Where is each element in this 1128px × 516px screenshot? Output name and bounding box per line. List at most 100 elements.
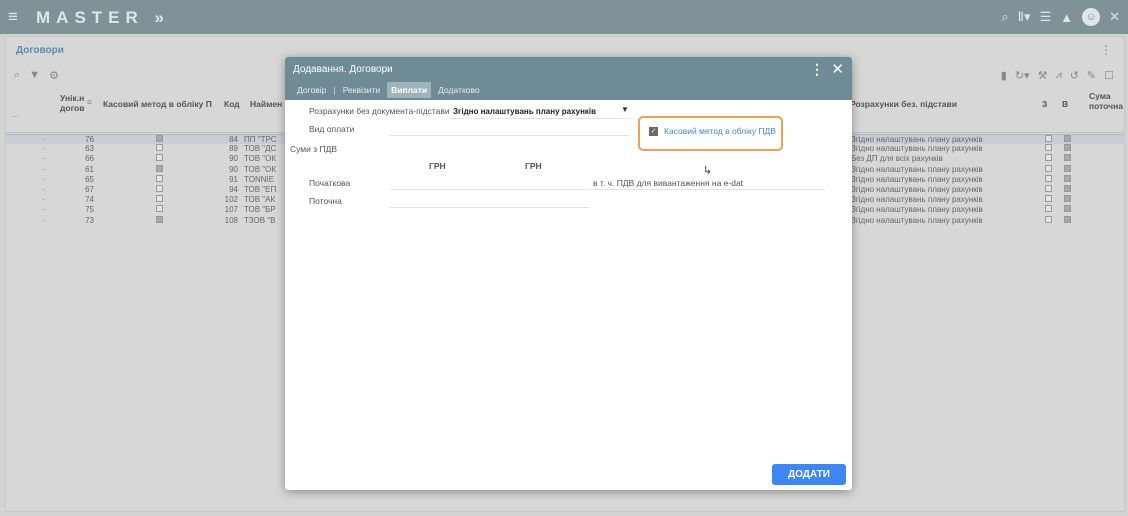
cell-code: 107 — [224, 205, 238, 215]
cell-v-checkbox — [1064, 215, 1071, 223]
cell-v-checkbox — [1064, 205, 1071, 213]
reload-icon[interactable]: ↺ — [1070, 69, 1079, 82]
cell-cash-checkbox — [156, 164, 163, 172]
list-tools: ⌕ ▼ ⚙ — [14, 69, 59, 82]
col-name[interactable]: Наймен — [250, 99, 282, 109]
top-icons: ⌕ Ⅱ▾ ☰ ▲ ☺ ✕ — [1001, 8, 1120, 26]
cell-cash-checkbox — [156, 174, 163, 182]
cell-id: 63 — [85, 144, 94, 154]
cell-settlements: Згідно налаштувань плану рахунків — [851, 215, 983, 225]
current-amount-label: Поточна — [309, 196, 342, 206]
cell-id: 67 — [85, 185, 94, 194]
cell-z-checkbox — [1045, 135, 1052, 142]
cell-z-checkbox — [1045, 154, 1052, 162]
cell-name: ТОВ "ОК — [244, 164, 277, 174]
app-switch-icon[interactable]: Ⅱ▾ — [1018, 9, 1031, 25]
cell-z-checkbox — [1045, 205, 1052, 213]
row-marker: · — [42, 205, 45, 215]
top-bar: ≡ MASTER » ⌕ Ⅱ▾ ☰ ▲ ☺ ✕ — [0, 0, 1128, 34]
row-marker: · — [42, 144, 45, 154]
tab-contract[interactable]: Договір — [293, 82, 330, 98]
close-icon[interactable]: ✕ — [1109, 9, 1120, 25]
dialog-header: Додавання. Договори ⋮ ✕ Договір | Реквіз… — [285, 57, 852, 100]
current-amount-field[interactable] — [390, 207, 590, 208]
filter-icon[interactable]: ▼ — [29, 69, 40, 82]
cell-settlements: Згідно налаштувань плану рахунків — [851, 205, 983, 215]
cash-method-highlight: ✓ Касовий метод в обліку ПДВ — [638, 116, 783, 151]
edit-icon[interactable]: ✎ — [1087, 69, 1096, 82]
wrench-icon[interactable]: ⚒ — [1038, 69, 1048, 82]
cell-v-checkbox — [1064, 195, 1071, 203]
gear-icon[interactable]: ⚙ — [49, 69, 59, 82]
sort-icon[interactable]: ≡ — [87, 97, 92, 107]
cell-z-checkbox — [1045, 144, 1052, 152]
cell-name: ТОВ "БР — [244, 205, 276, 215]
cell-code: 90 — [229, 154, 238, 164]
user-icon[interactable]: ☺ — [1082, 8, 1101, 26]
cell-v-checkbox — [1064, 154, 1071, 162]
vat-note: в т. ч. ПДВ для вивантаження на e-dat — [593, 178, 744, 188]
row-marker: · — [42, 185, 45, 194]
cell-z-checkbox — [1045, 185, 1052, 192]
cell-id: 65 — [85, 174, 94, 184]
cell-cash-checkbox — [156, 205, 163, 213]
cell-z-checkbox — [1045, 164, 1052, 172]
mouse-cursor-icon: ↳ — [703, 165, 713, 177]
cell-id: 66 — [85, 154, 94, 164]
cell-settlements: Згідно налаштувань плану рахунків — [851, 144, 983, 154]
bell-icon[interactable]: ▲ — [1060, 10, 1073, 25]
col-sum-line2: поточна — [1089, 101, 1123, 111]
col-z[interactable]: З — [1042, 99, 1047, 109]
cell-settlements: Згідно налаштувань плану рахунків — [851, 164, 983, 174]
cell-v-checkbox — [1064, 174, 1071, 182]
cell-cash-checkbox — [156, 135, 163, 142]
settlements-select[interactable]: Згідно налаштувань плану рахунків — [453, 107, 596, 116]
menu-icon[interactable]: ≡ — [8, 7, 18, 27]
app-brand[interactable]: MASTER » — [36, 8, 170, 28]
list-icon[interactable]: ☰ — [1040, 9, 1052, 25]
cell-code: 94 — [229, 185, 238, 194]
cell-v-checkbox — [1064, 144, 1071, 152]
col-settlements[interactable]: Розрахунки без. підстави — [850, 99, 957, 109]
tab-requisites[interactable]: Реквізити — [339, 82, 384, 98]
search-icon[interactable]: ⌕ — [1001, 9, 1008, 25]
breadcrumb[interactable]: Договори — [16, 45, 64, 56]
hierarchy-icon[interactable]: ⩘ — [1055, 69, 1061, 82]
vat-note-underline — [593, 189, 825, 190]
new-document-icon[interactable]: ☐ — [1104, 69, 1114, 82]
dialog-more-icon[interactable]: ⋮ — [810, 61, 824, 78]
tab-additional[interactable]: Додатково — [434, 82, 483, 98]
col-id[interactable]: Унік.н — [60, 93, 84, 103]
cell-name: TONNIE — [244, 174, 275, 184]
delete-icon[interactable]: ▮ — [1001, 69, 1007, 82]
cell-code: 102 — [224, 195, 238, 205]
initial-amount-field[interactable] — [390, 189, 590, 190]
refresh-menu-icon[interactable]: ↻▾ — [1015, 69, 1030, 82]
cash-method-checkbox[interactable]: ✓ — [649, 127, 658, 136]
col-v[interactable]: В — [1062, 99, 1068, 109]
more-icon[interactable]: ⋮ — [1100, 43, 1112, 57]
col-code[interactable]: Код — [224, 99, 240, 109]
payment-type-field[interactable] — [390, 135, 630, 136]
col-sum[interactable]: Сума — [1089, 91, 1111, 101]
col-cash-method[interactable]: Касовий метод в обліку П — [103, 99, 212, 109]
cell-cash-checkbox — [156, 144, 163, 152]
cash-method-label[interactable]: Касовий метод в обліку ПДВ — [664, 126, 776, 136]
cell-cash-checkbox — [156, 195, 163, 203]
cell-code: 91 — [229, 174, 238, 184]
cell-name: ТЗОВ "В — [244, 215, 276, 225]
add-button[interactable]: ДОДАТИ — [772, 464, 846, 485]
cell-code: 90 — [229, 164, 238, 174]
more-columns-icon[interactable]: ... — [12, 109, 19, 119]
cell-v-checkbox — [1064, 164, 1071, 172]
currency-header-2: ГРН — [525, 161, 542, 171]
col-id-line2: догов — [60, 103, 85, 113]
tab-payments[interactable]: Виплати — [387, 82, 432, 98]
cell-cash-checkbox — [156, 215, 163, 223]
chevron-down-icon[interactable]: ▼ — [621, 105, 629, 114]
cell-settlements: Без ДП для всіх рахунків — [851, 154, 943, 164]
brand-text: MASTER — [36, 8, 144, 27]
search-icon[interactable]: ⌕ — [14, 69, 20, 82]
cell-settlements: Згідно налаштувань плану рахунків — [851, 174, 983, 184]
close-icon[interactable]: ✕ — [831, 60, 844, 78]
